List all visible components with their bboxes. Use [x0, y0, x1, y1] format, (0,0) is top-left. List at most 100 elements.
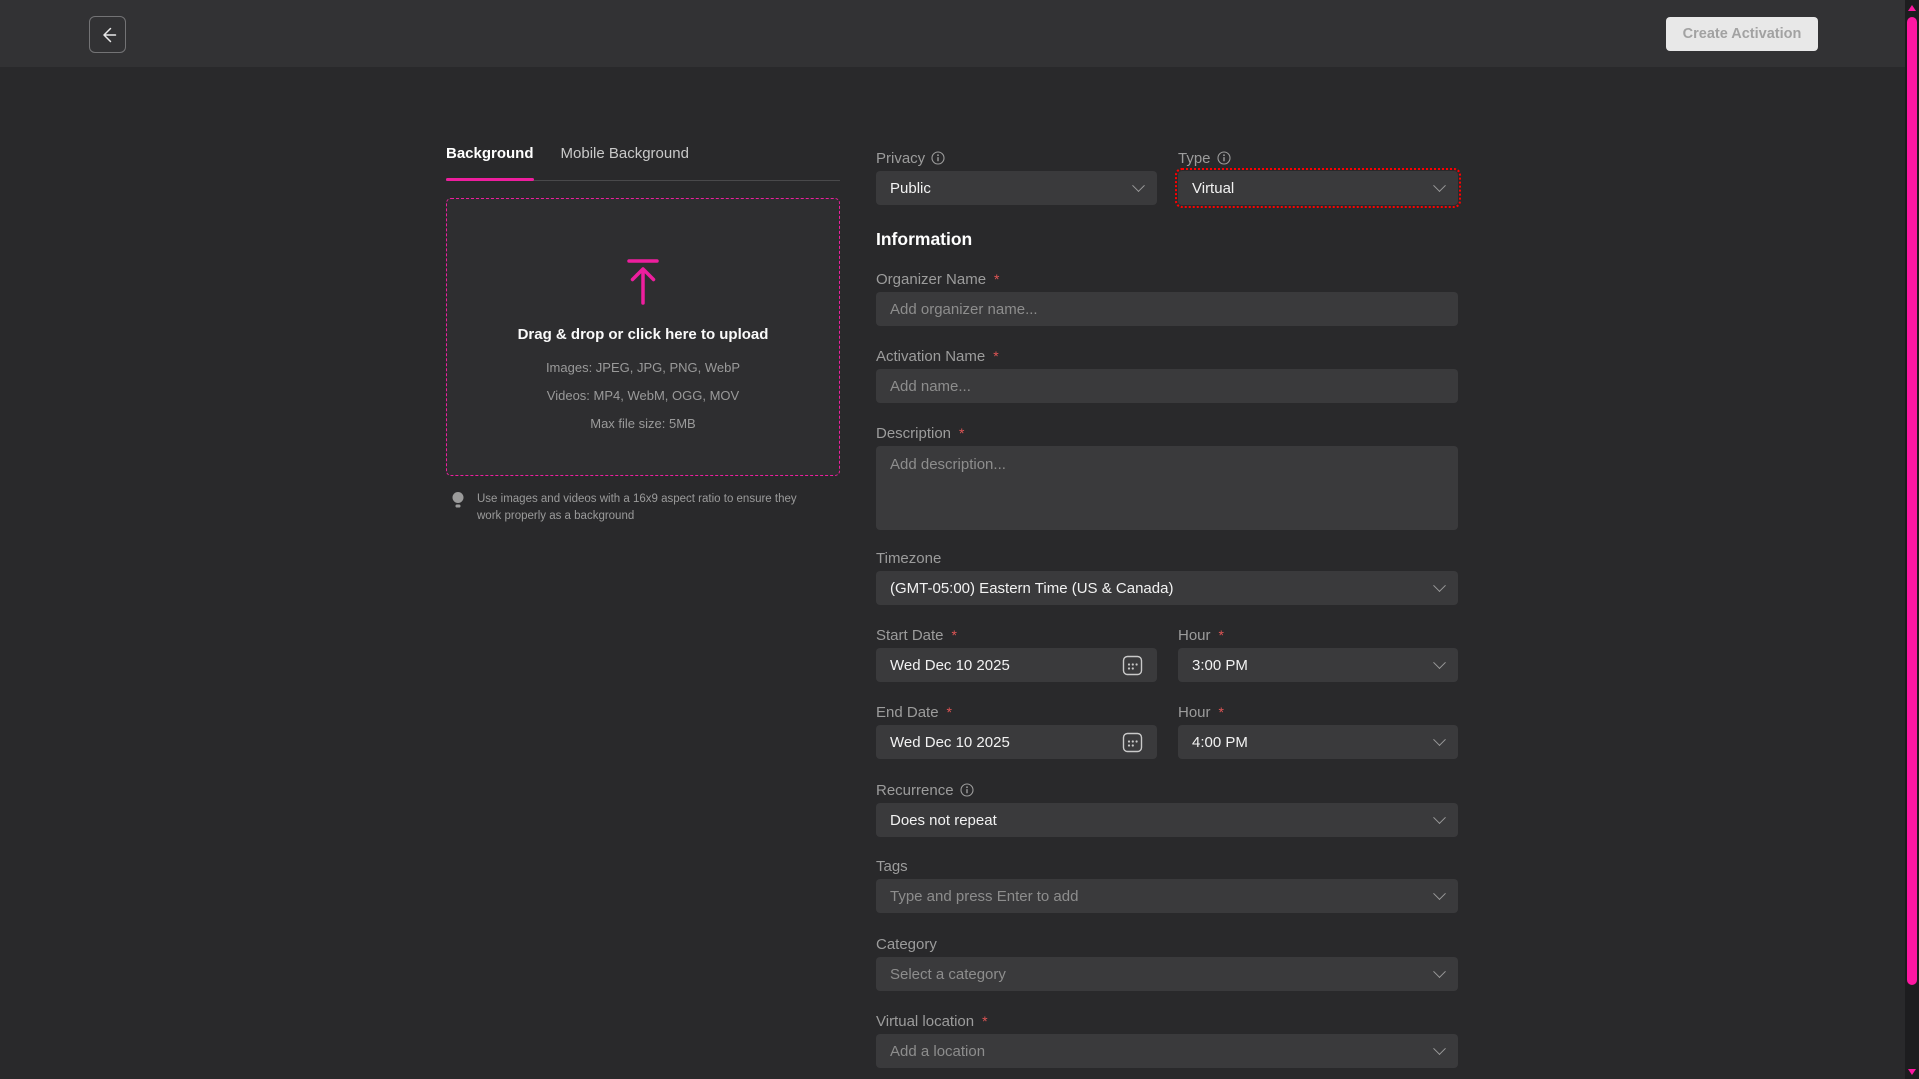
back-button[interactable]: [89, 16, 126, 53]
info-icon[interactable]: [960, 783, 974, 797]
start-hour-label: Hour *: [1178, 625, 1458, 645]
recurrence-value: Does not repeat: [890, 812, 1435, 829]
back-arrow-icon: [97, 24, 119, 46]
timezone-label: Timezone: [876, 548, 1458, 568]
end-date-value: Wed Dec 10 2025: [890, 734, 1122, 751]
background-tabs: Background Mobile Background: [446, 145, 840, 181]
timezone-label-text: Timezone: [876, 550, 941, 567]
category-select[interactable]: Select a category: [876, 957, 1458, 991]
end-hour-value: 4:00 PM: [1192, 734, 1435, 751]
tags-label: Tags: [876, 856, 1458, 876]
required-marker: *: [947, 704, 952, 720]
create-activation-button[interactable]: Create Activation: [1666, 17, 1818, 51]
upload-max-size: Max file size: 5MB: [590, 416, 695, 431]
required-marker: *: [1219, 627, 1224, 643]
upload-arrow-icon: [626, 259, 660, 305]
activation-name-input[interactable]: Add name...: [876, 369, 1458, 403]
recurrence-label-text: Recurrence: [876, 782, 954, 799]
required-marker: *: [952, 627, 957, 643]
scrollbar-down-arrow-icon[interactable]: [1908, 1069, 1916, 1075]
end-hour-label-text: Hour: [1178, 704, 1211, 721]
end-date-input[interactable]: Wed Dec 10 2025: [876, 725, 1157, 759]
chevron-down-icon: [1433, 965, 1446, 978]
end-hour-label: Hour *: [1178, 702, 1458, 722]
tab-mobile-background[interactable]: Mobile Background: [561, 145, 689, 164]
vertical-scrollbar[interactable]: [1905, 0, 1919, 1079]
upload-videos-formats: Videos: MP4, WebM, OGG, MOV: [547, 388, 739, 403]
start-date-label-text: Start Date: [876, 627, 944, 644]
chevron-down-icon: [1433, 1042, 1446, 1055]
organizer-name-label-text: Organizer Name: [876, 271, 986, 288]
virtual-location-select[interactable]: Add a location: [876, 1034, 1458, 1068]
end-date-label: End Date *: [876, 702, 1157, 722]
header-bar: Create Activation: [0, 0, 1919, 67]
organizer-name-label: Organizer Name *: [876, 269, 1458, 289]
scrollbar-thumb[interactable]: [1907, 17, 1917, 985]
tip-text: Use images and videos with a 16x9 aspect…: [477, 491, 822, 524]
category-placeholder: Select a category: [890, 966, 1435, 983]
organizer-name-placeholder: Add organizer name...: [890, 301, 1444, 318]
category-label-text: Category: [876, 936, 937, 953]
recurrence-label: Recurrence: [876, 780, 1458, 800]
start-date-label: Start Date *: [876, 625, 1157, 645]
recurrence-select[interactable]: Does not repeat: [876, 803, 1458, 837]
upload-images-formats: Images: JPEG, JPG, PNG, WebP: [546, 360, 740, 375]
create-activation-page: Create Activation Background Mobile Back…: [0, 0, 1919, 1079]
timezone-select[interactable]: (GMT-05:00) Eastern Time (US & Canada): [876, 571, 1458, 605]
start-hour-select[interactable]: 3:00 PM: [1178, 648, 1458, 682]
activation-name-placeholder: Add name...: [890, 378, 1444, 395]
upload-dropzone[interactable]: Drag & drop or click here to upload Imag…: [446, 198, 840, 476]
activation-form: Privacy Public Type V: [876, 140, 1458, 1068]
virtual-location-placeholder: Add a location: [890, 1043, 1435, 1060]
required-marker: *: [959, 425, 964, 441]
information-section-title: Information: [876, 229, 1458, 250]
chevron-down-icon: [1433, 887, 1446, 900]
calendar-icon: [1122, 655, 1143, 676]
tags-placeholder: Type and press Enter to add: [890, 888, 1435, 905]
description-placeholder: Add description...: [890, 456, 1006, 473]
virtual-location-label: Virtual location *: [876, 1011, 1458, 1031]
start-date-value: Wed Dec 10 2025: [890, 657, 1122, 674]
lightbulb-icon: [451, 491, 465, 511]
chevron-down-icon: [1433, 579, 1446, 592]
info-icon[interactable]: [931, 151, 945, 165]
start-date-input[interactable]: Wed Dec 10 2025: [876, 648, 1157, 682]
activation-name-label-text: Activation Name: [876, 348, 985, 365]
privacy-label: Privacy: [876, 148, 1157, 168]
calendar-icon: [1122, 732, 1143, 753]
category-label: Category: [876, 934, 1458, 954]
scrollbar-up-arrow-icon[interactable]: [1908, 5, 1916, 11]
required-marker: *: [994, 271, 999, 287]
start-hour-label-text: Hour: [1178, 627, 1211, 644]
privacy-label-text: Privacy: [876, 150, 925, 167]
required-marker: *: [993, 348, 998, 364]
aspect-ratio-tip: Use images and videos with a 16x9 aspect…: [446, 491, 840, 524]
description-textarea[interactable]: Add description...: [876, 446, 1458, 530]
chevron-down-icon: [1433, 656, 1446, 669]
type-select[interactable]: Virtual: [1178, 171, 1458, 205]
privacy-value: Public: [890, 180, 1134, 197]
background-panel: Background Mobile Background Drag & drop…: [446, 145, 840, 524]
info-icon[interactable]: [1217, 151, 1231, 165]
organizer-name-input[interactable]: Add organizer name...: [876, 292, 1458, 326]
required-marker: *: [1219, 704, 1224, 720]
privacy-select[interactable]: Public: [876, 171, 1157, 205]
end-date-label-text: End Date: [876, 704, 939, 721]
timezone-value: (GMT-05:00) Eastern Time (US & Canada): [890, 580, 1435, 597]
type-label: Type: [1178, 148, 1458, 168]
end-hour-select[interactable]: 4:00 PM: [1178, 725, 1458, 759]
required-marker: *: [982, 1013, 987, 1029]
chevron-down-icon: [1433, 179, 1446, 192]
upload-title: Drag & drop or click here to upload: [518, 326, 769, 343]
chevron-down-icon: [1132, 179, 1145, 192]
tab-background[interactable]: Background: [446, 145, 534, 164]
tags-label-text: Tags: [876, 858, 908, 875]
virtual-location-label-text: Virtual location: [876, 1013, 974, 1030]
activation-name-label: Activation Name *: [876, 346, 1458, 366]
tags-input[interactable]: Type and press Enter to add: [876, 879, 1458, 913]
type-label-text: Type: [1178, 150, 1211, 167]
description-label-text: Description: [876, 425, 951, 442]
start-hour-value: 3:00 PM: [1192, 657, 1435, 674]
description-label: Description *: [876, 423, 1458, 443]
chevron-down-icon: [1433, 733, 1446, 746]
